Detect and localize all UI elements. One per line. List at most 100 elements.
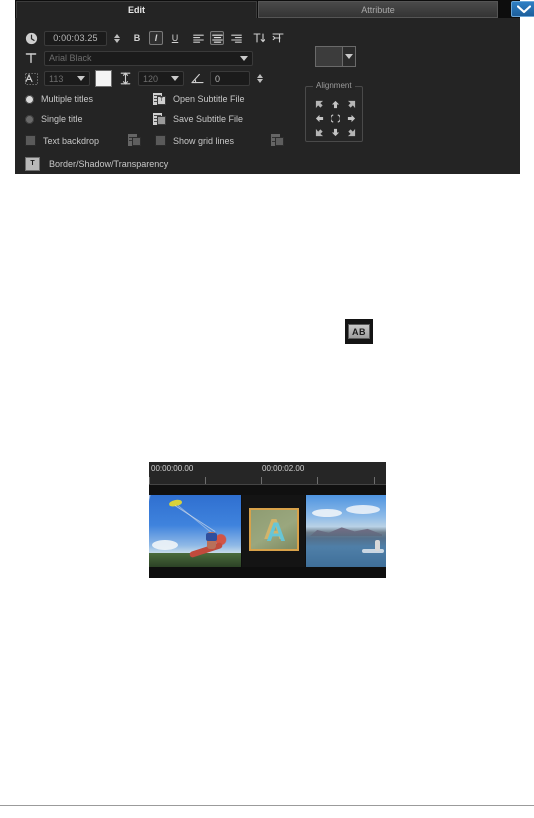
grid-preview-icon	[271, 134, 284, 146]
timeline-ruler-label: 00:00:00.00	[151, 464, 194, 473]
bold-label: B	[133, 33, 141, 43]
align-middle-left-button[interactable]	[311, 111, 327, 125]
timeline-tick	[317, 477, 318, 484]
chevron-down-icon	[517, 4, 531, 13]
align-center-center-icon	[330, 113, 340, 123]
text-direction-horizontal-button[interactable]	[252, 31, 266, 45]
title-clip[interactable]: A A	[242, 495, 305, 567]
font-family-row: Arial Black	[23, 50, 253, 66]
align-center-icon	[211, 34, 223, 43]
tab-edit-label: Edit	[128, 5, 145, 15]
title-glyph-fill: A	[266, 516, 286, 547]
alignment-legend: Alignment	[313, 81, 355, 90]
text-color-picker[interactable]	[315, 46, 356, 67]
duration-input[interactable]: 0:00:03.25	[44, 30, 107, 46]
save-subtitle-file-icon	[153, 113, 166, 125]
align-bottom-left-icon	[315, 128, 323, 136]
cloud-shape	[312, 509, 342, 517]
font-family-select[interactable]: Arial Black	[44, 50, 253, 66]
timeline-ruler[interactable]: 00:00:00.00 00:00:02.00	[149, 462, 386, 485]
stepper-down-icon	[256, 79, 263, 83]
duration-stepper[interactable]	[112, 31, 121, 46]
panel-expand-button[interactable]	[511, 1, 534, 17]
multiple-titles-radio[interactable]	[25, 94, 34, 104]
align-bottom-center-button[interactable]	[327, 125, 343, 139]
title-glyph: A A	[261, 515, 287, 547]
border-shadow-transparency-label: Border/Shadow/Transparency	[49, 159, 169, 169]
align-top-left-icon	[315, 100, 323, 108]
multiple-titles-row[interactable]: Multiple titles	[25, 94, 93, 104]
align-left-button[interactable]	[191, 31, 205, 45]
rotation-stepper[interactable]	[255, 71, 264, 86]
align-top-right-button[interactable]	[343, 97, 359, 111]
align-bottom-left-button[interactable]	[311, 125, 327, 139]
timeline: 00:00:00.00 00:00:02.00 A A	[149, 462, 386, 578]
rotation-input[interactable]: 0	[210, 71, 250, 86]
font-family-value: Arial Black	[49, 53, 92, 63]
tab-attribute-label: Attribute	[361, 4, 395, 15]
chevron-down-icon	[171, 76, 179, 81]
panel-tabstrip: Edit Attribute	[15, 0, 534, 18]
line-spacing-icon	[117, 71, 133, 87]
text-color-swatch[interactable]	[315, 46, 343, 67]
text-direction-vertical-icon	[272, 33, 284, 43]
ab-button-label: AB	[348, 324, 370, 339]
title-clip-thumbnail[interactable]: A A	[249, 508, 299, 551]
text-backdrop-preview-button[interactable]	[128, 134, 141, 146]
show-grid-lines-checkbox[interactable]	[155, 135, 166, 146]
font-size-select[interactable]: 113	[44, 71, 90, 86]
save-subtitle-file-button[interactable]: Save Subtitle File	[153, 113, 243, 125]
open-subtitle-file-button[interactable]: T Open Subtitle File	[153, 93, 245, 105]
bold-button[interactable]: B	[130, 31, 144, 45]
save-subtitle-file-label: Save Subtitle File	[173, 114, 244, 124]
show-grid-lines-label: Show grid lines	[173, 135, 235, 146]
font-color-swatch[interactable]	[95, 70, 112, 87]
single-title-radio[interactable]	[25, 114, 34, 124]
open-subtitle-file-icon: T	[153, 93, 166, 105]
show-grid-lines-row[interactable]: Show grid lines	[155, 135, 234, 146]
single-title-row[interactable]: Single title	[25, 114, 83, 124]
surfer-shape	[375, 540, 380, 551]
kitesurf-video-clip[interactable]	[149, 495, 241, 567]
vest-shape	[206, 533, 217, 541]
timeline-tick	[261, 477, 262, 484]
align-center-button[interactable]	[210, 31, 224, 45]
wake-shape	[362, 549, 384, 553]
italic-button[interactable]: I	[149, 31, 163, 45]
text-backdrop-checkbox[interactable]	[25, 135, 36, 146]
single-title-label: Single title	[41, 114, 83, 124]
text-backdrop-row[interactable]: Text backdrop	[25, 135, 99, 146]
timeline-ruler-label: 00:00:02.00	[262, 464, 305, 473]
line-spacing-select[interactable]: 120	[138, 71, 184, 86]
text-backdrop-preview-icon	[128, 134, 141, 146]
underline-button[interactable]: U	[168, 31, 182, 45]
align-center-center-button[interactable]	[327, 111, 343, 125]
stepper-down-icon	[113, 38, 120, 43]
grid-preview-button[interactable]	[271, 134, 284, 146]
ocean-video-clip[interactable]	[306, 495, 386, 567]
alignment-group: Alignment	[305, 81, 363, 142]
italic-label: I	[154, 33, 158, 43]
timeline-tick	[149, 477, 150, 484]
ab-transition-button[interactable]: AB	[345, 319, 373, 344]
rotation-angle-icon	[189, 71, 205, 87]
border-shadow-transparency-button[interactable]: T Border/Shadow/Transparency	[25, 157, 168, 171]
tab-edit[interactable]: Edit	[16, 1, 257, 18]
align-top-center-button[interactable]	[327, 97, 343, 111]
stepper-up-icon	[256, 74, 263, 78]
align-middle-right-button[interactable]	[343, 111, 359, 125]
duration-value: 0:00:03.25	[53, 33, 98, 43]
align-top-left-button[interactable]	[311, 97, 327, 111]
line-spacing-value: 120	[143, 73, 159, 84]
open-subtitle-file-label: Open Subtitle File	[173, 94, 245, 104]
align-bottom-right-button[interactable]	[343, 125, 359, 139]
align-middle-left-icon	[315, 114, 323, 122]
text-direction-vertical-button[interactable]	[271, 31, 285, 45]
chevron-down-icon	[77, 76, 85, 81]
title-editor-panel: Edit Attribute 0:00:03.25 B I U Arial Bl…	[15, 0, 534, 174]
tab-attribute[interactable]: Attribute	[258, 1, 498, 18]
underline-label: U	[171, 33, 179, 43]
align-right-button[interactable]	[229, 31, 243, 45]
align-top-center-icon	[331, 100, 339, 108]
text-color-dropdown-button[interactable]	[343, 46, 356, 67]
